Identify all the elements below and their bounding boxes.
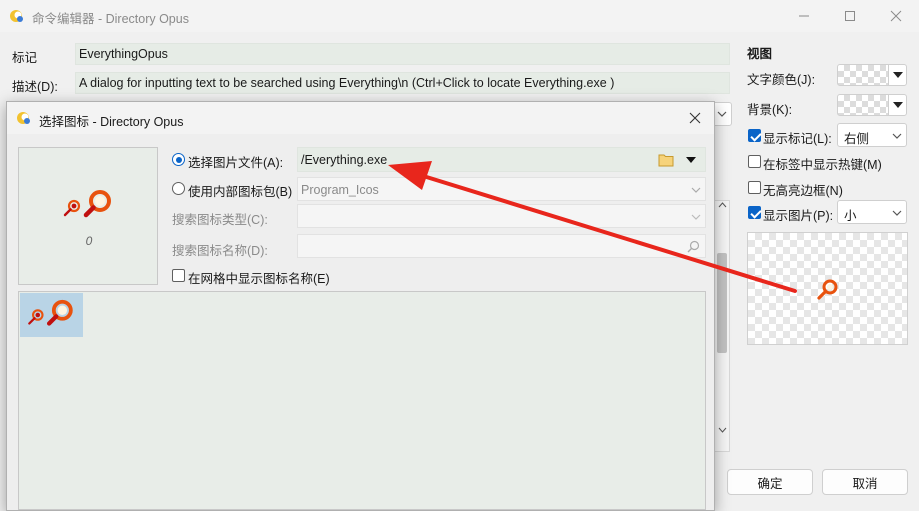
- internal-pack-value: Program_Icos: [301, 183, 379, 197]
- show-image-checkbox[interactable]: [748, 206, 761, 219]
- internal-pack-select[interactable]: Program_Icos: [297, 177, 706, 201]
- search-name-label: 搜索图标名称(D):: [172, 244, 268, 258]
- dialog-close-button[interactable]: [684, 108, 706, 128]
- text-color-dropdown[interactable]: [888, 64, 907, 86]
- maximize-icon: [845, 11, 855, 21]
- text-color-label: 文字颜色(J):: [747, 73, 816, 87]
- everything-icon: [28, 299, 73, 326]
- view-heading: 视图: [747, 47, 773, 61]
- everything-magnifier-icon: [817, 279, 838, 300]
- background-dropdown[interactable]: [888, 94, 907, 116]
- show-image-label: 显示图片(P):: [763, 209, 834, 223]
- chevron-down-icon: [691, 214, 701, 220]
- main-titlebar: 命令编辑器 - Directory Opus: [0, 0, 919, 32]
- internal-pack-label: 使用内部图标包(B): [188, 185, 293, 199]
- main-window-title: 命令编辑器 - Directory Opus: [32, 12, 189, 26]
- list-scrollbar[interactable]: [714, 200, 730, 452]
- close-icon: [689, 112, 701, 124]
- description-label: 描述(D):: [12, 80, 58, 94]
- select-icon-dialog: 选择图标 - Directory Opus 0 选择图片文件(A): /Ever…: [6, 101, 715, 511]
- show-label-select[interactable]: 右侧: [837, 123, 907, 147]
- dialog-title: 选择图标 - Directory Opus: [39, 115, 184, 129]
- scroll-thumb[interactable]: [717, 253, 727, 353]
- scroll-down-icon: [718, 427, 727, 433]
- tag-label: 标记: [12, 51, 38, 65]
- show-label-label: 显示标记(L):: [763, 132, 832, 146]
- cancel-button[interactable]: 取消: [822, 469, 908, 495]
- icon-index: 0: [85, 234, 93, 248]
- tag-field[interactable]: EverythingOpus: [75, 43, 730, 65]
- search-type-label: 搜索图标类型(C):: [172, 213, 268, 227]
- close-button[interactable]: [873, 0, 919, 32]
- chevron-down-icon: [691, 187, 701, 193]
- hidden-combo[interactable]: [712, 102, 732, 126]
- icon-preview: 0: [18, 147, 158, 285]
- minimize-button[interactable]: [781, 0, 827, 32]
- show-image-select[interactable]: 小: [837, 200, 907, 224]
- dialog-titlebar: 选择图标 - Directory Opus: [7, 102, 714, 134]
- grid-names-checkbox[interactable]: [172, 269, 185, 282]
- dropdown-arrow-icon: [893, 72, 903, 78]
- scroll-up-icon: [718, 202, 727, 208]
- search-icon: [687, 240, 700, 253]
- no-highlight-label: 无高亮边框(N): [763, 184, 843, 198]
- chevron-down-icon: [717, 111, 727, 117]
- file-path-value: /Everything.exe: [301, 153, 388, 167]
- description-field[interactable]: A dialog for inputting text to be search…: [75, 72, 730, 94]
- close-icon: [890, 10, 902, 22]
- search-type-select[interactable]: [297, 204, 706, 228]
- text-color-swatch[interactable]: [837, 64, 893, 86]
- dropdown-arrow-icon[interactable]: [686, 157, 696, 163]
- folder-icon[interactable]: [658, 153, 674, 167]
- icon-grid-item[interactable]: [20, 293, 83, 337]
- show-image-select-value: 小: [844, 209, 857, 223]
- background-swatch[interactable]: [837, 94, 893, 116]
- show-label-select-value: 右侧: [844, 132, 870, 146]
- minimize-icon: [799, 15, 809, 17]
- maximize-button[interactable]: [827, 0, 873, 32]
- everything-icon: [63, 190, 111, 218]
- file-path-field[interactable]: /Everything.exe: [297, 147, 706, 172]
- show-hotkey-label: 在标签中显示热键(M): [763, 158, 882, 172]
- icon-grid[interactable]: [18, 291, 706, 510]
- show-hotkey-checkbox[interactable]: [748, 155, 761, 168]
- select-file-label: 选择图片文件(A):: [188, 156, 284, 170]
- ok-button[interactable]: 确定: [727, 469, 813, 495]
- background-label: 背景(K):: [747, 103, 793, 117]
- directory-opus-app-icon: [10, 10, 23, 22]
- chevron-down-icon: [892, 210, 902, 216]
- directory-opus-app-icon: [17, 112, 30, 124]
- select-file-radio[interactable]: [172, 153, 185, 166]
- no-highlight-checkbox[interactable]: [748, 181, 761, 194]
- grid-names-label: 在网格中显示图标名称(E): [188, 272, 330, 286]
- button-preview: [747, 232, 908, 345]
- search-name-input[interactable]: [297, 234, 706, 258]
- internal-pack-radio[interactable]: [172, 182, 185, 195]
- show-label-checkbox[interactable]: [748, 129, 761, 142]
- dropdown-arrow-icon: [893, 102, 903, 108]
- chevron-down-icon: [892, 133, 902, 139]
